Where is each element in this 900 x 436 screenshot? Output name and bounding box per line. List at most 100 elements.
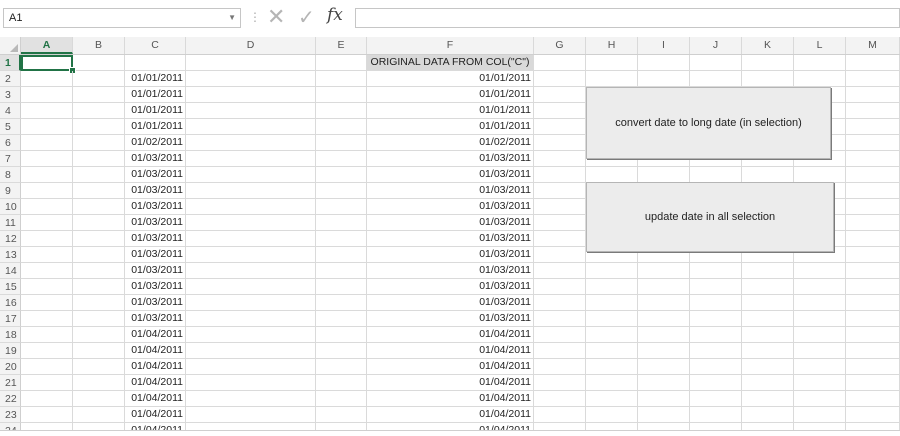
cell-b16[interactable] — [73, 295, 125, 311]
cell-f5[interactable]: 01/01/2011 — [367, 119, 534, 135]
cell-e5[interactable] — [316, 119, 367, 135]
cell-e2[interactable] — [316, 71, 367, 87]
cell-c2[interactable]: 01/01/2011 — [125, 71, 186, 87]
cell-e14[interactable] — [316, 263, 367, 279]
cell-c3[interactable]: 01/01/2011 — [125, 87, 186, 103]
cell-a21[interactable] — [21, 375, 73, 391]
cell-b5[interactable] — [73, 119, 125, 135]
cell-g16[interactable] — [534, 295, 586, 311]
cell-i20[interactable] — [638, 359, 690, 375]
cell-l18[interactable] — [794, 327, 846, 343]
cell-j18[interactable] — [690, 327, 742, 343]
row-header[interactable]: 22 — [0, 391, 21, 407]
cell-h2[interactable] — [586, 71, 638, 87]
cell-m17[interactable] — [846, 311, 900, 327]
cell-m20[interactable] — [846, 359, 900, 375]
cell-g22[interactable] — [534, 391, 586, 407]
cell-c14[interactable]: 01/03/2011 — [125, 263, 186, 279]
row-header[interactable]: 9 — [0, 183, 21, 199]
cell-g19[interactable] — [534, 343, 586, 359]
cell-d15[interactable] — [186, 279, 316, 295]
cell-e6[interactable] — [316, 135, 367, 151]
cell-i2[interactable] — [638, 71, 690, 87]
cell-d2[interactable] — [186, 71, 316, 87]
cell-e11[interactable] — [316, 215, 367, 231]
cell-e17[interactable] — [316, 311, 367, 327]
cell-m7[interactable] — [846, 151, 900, 167]
cell-m10[interactable] — [846, 199, 900, 215]
cell-g15[interactable] — [534, 279, 586, 295]
update-date-button[interactable]: update date in all selection — [586, 182, 834, 252]
cell-b7[interactable] — [73, 151, 125, 167]
cell-g7[interactable] — [534, 151, 586, 167]
cell-b20[interactable] — [73, 359, 125, 375]
cell-e8[interactable] — [316, 167, 367, 183]
cell-c20[interactable]: 01/04/2011 — [125, 359, 186, 375]
row-header[interactable]: 17 — [0, 311, 21, 327]
cell-l17[interactable] — [794, 311, 846, 327]
cell-a4[interactable] — [21, 103, 73, 119]
cell-f4[interactable]: 01/01/2011 — [367, 103, 534, 119]
cell-j23[interactable] — [690, 407, 742, 423]
cell-d22[interactable] — [186, 391, 316, 407]
cell-g1[interactable] — [534, 55, 586, 71]
row-header[interactable]: 2 — [0, 71, 21, 87]
cell-f11[interactable]: 01/03/2011 — [367, 215, 534, 231]
cell-b14[interactable] — [73, 263, 125, 279]
row-header[interactable]: 11 — [0, 215, 21, 231]
cell-m8[interactable] — [846, 167, 900, 183]
cell-f3[interactable]: 01/01/2011 — [367, 87, 534, 103]
cell-m5[interactable] — [846, 119, 900, 135]
cell-j2[interactable] — [690, 71, 742, 87]
cell-j24[interactable] — [690, 423, 742, 430]
cell-d18[interactable] — [186, 327, 316, 343]
cell-m22[interactable] — [846, 391, 900, 407]
cell-i8[interactable] — [638, 167, 690, 183]
cell-d14[interactable] — [186, 263, 316, 279]
cell-j19[interactable] — [690, 343, 742, 359]
cell-d7[interactable] — [186, 151, 316, 167]
cell-m9[interactable] — [846, 183, 900, 199]
cell-j21[interactable] — [690, 375, 742, 391]
cell-m2[interactable] — [846, 71, 900, 87]
cell-i24[interactable] — [638, 423, 690, 430]
row-header[interactable]: 19 — [0, 343, 21, 359]
cell-k15[interactable] — [742, 279, 794, 295]
column-header-c[interactable]: C — [125, 37, 186, 54]
cell-f8[interactable]: 01/03/2011 — [367, 167, 534, 183]
column-header-a[interactable]: A — [21, 37, 73, 54]
cell-e22[interactable] — [316, 391, 367, 407]
cell-d5[interactable] — [186, 119, 316, 135]
cell-h8[interactable] — [586, 167, 638, 183]
row-header[interactable]: 24 — [0, 423, 21, 430]
cell-f6[interactable]: 01/02/2011 — [367, 135, 534, 151]
cell-a12[interactable] — [21, 231, 73, 247]
row-header[interactable]: 1 — [0, 55, 21, 71]
cell-f9[interactable]: 01/03/2011 — [367, 183, 534, 199]
cell-d19[interactable] — [186, 343, 316, 359]
row-header[interactable]: 18 — [0, 327, 21, 343]
cell-a22[interactable] — [21, 391, 73, 407]
cell-a18[interactable] — [21, 327, 73, 343]
cell-b17[interactable] — [73, 311, 125, 327]
row-header[interactable]: 4 — [0, 103, 21, 119]
cell-f10[interactable]: 01/03/2011 — [367, 199, 534, 215]
chevron-down-icon[interactable]: ▼ — [228, 9, 236, 27]
enter-icon[interactable]: ✓ — [298, 5, 315, 30]
cell-a24[interactable] — [21, 423, 73, 430]
cell-g14[interactable] — [534, 263, 586, 279]
cell-i19[interactable] — [638, 343, 690, 359]
cell-a17[interactable] — [21, 311, 73, 327]
cell-h21[interactable] — [586, 375, 638, 391]
cell-k24[interactable] — [742, 423, 794, 430]
cell-a10[interactable] — [21, 199, 73, 215]
cell-h14[interactable] — [586, 263, 638, 279]
cell-e19[interactable] — [316, 343, 367, 359]
cell-g10[interactable] — [534, 199, 586, 215]
cell-h23[interactable] — [586, 407, 638, 423]
column-header-g[interactable]: G — [534, 37, 586, 54]
cell-m16[interactable] — [846, 295, 900, 311]
cell-g21[interactable] — [534, 375, 586, 391]
cell-i18[interactable] — [638, 327, 690, 343]
cell-g8[interactable] — [534, 167, 586, 183]
